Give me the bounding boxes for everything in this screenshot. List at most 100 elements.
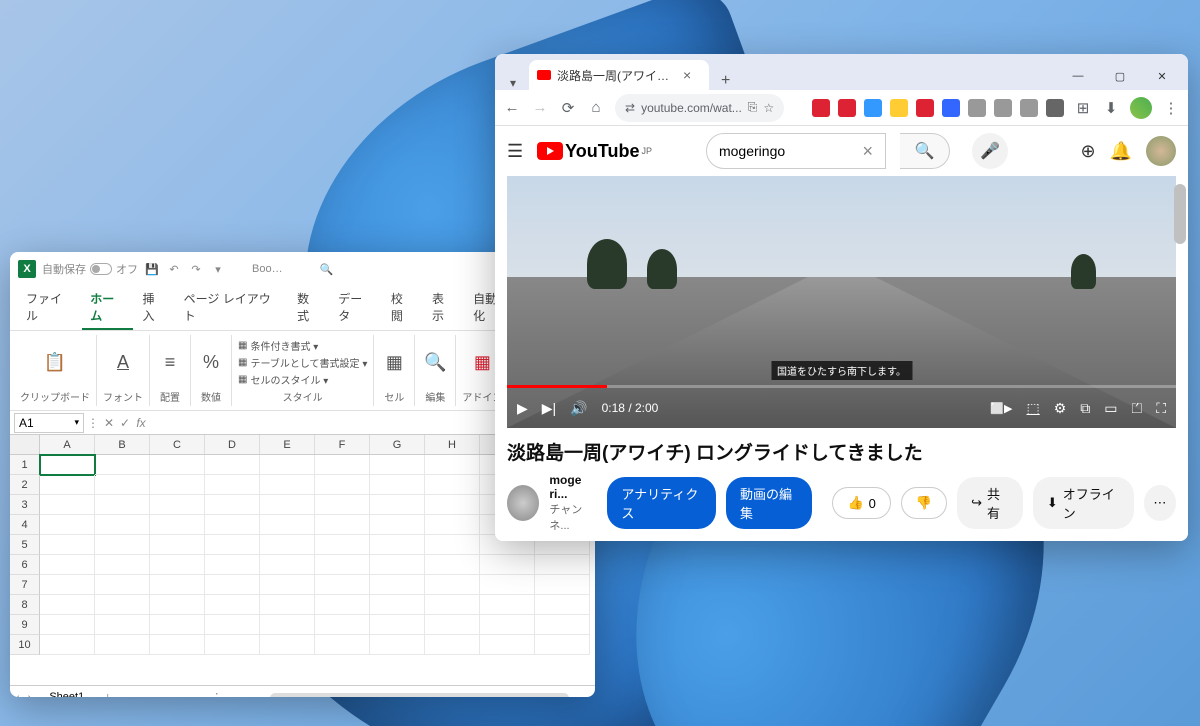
analytics-button[interactable]: アナリティクス (607, 477, 716, 529)
tab-close-icon[interactable]: × (683, 67, 691, 83)
cell[interactable] (40, 515, 95, 535)
extension-icon[interactable] (864, 99, 882, 117)
cell[interactable] (205, 615, 260, 635)
tab-layout[interactable]: ページ レイアウト (176, 286, 287, 330)
cell[interactable] (535, 635, 590, 655)
cell[interactable] (205, 635, 260, 655)
find-icon[interactable]: 🔍 (421, 345, 449, 379)
offline-button[interactable]: ⬇オフライン (1033, 477, 1134, 529)
tab-file[interactable]: ファイル (18, 286, 80, 330)
cell[interactable] (315, 575, 370, 595)
cell[interactable] (370, 455, 425, 475)
back-icon[interactable]: ← (503, 99, 521, 116)
row-header[interactable]: 9 (10, 615, 40, 635)
cell[interactable] (150, 635, 205, 655)
tab-home[interactable]: ホーム (82, 286, 132, 330)
cond-format-button[interactable]: ▦条件付き書式 ▾ (238, 337, 367, 354)
create-icon[interactable]: ⊕ (1080, 141, 1095, 162)
notifications-icon[interactable]: 🔔 (1110, 141, 1132, 162)
extension-icon[interactable] (916, 99, 934, 117)
cell[interactable] (370, 535, 425, 555)
downloads-icon[interactable]: ⬇ (1102, 99, 1120, 117)
cell[interactable] (260, 635, 315, 655)
cancel-icon[interactable]: ✕ (102, 416, 116, 430)
cell[interactable] (370, 595, 425, 615)
edit-video-button[interactable]: 動画の編集 (726, 477, 813, 529)
install-icon[interactable]: ⎘ (748, 100, 758, 115)
cell[interactable] (480, 595, 535, 615)
horizontal-scrollbar[interactable] (270, 693, 569, 698)
fx-icon[interactable]: fx (134, 416, 148, 430)
cell[interactable] (370, 635, 425, 655)
cell[interactable] (315, 635, 370, 655)
cell[interactable] (370, 555, 425, 575)
cell[interactable] (95, 475, 150, 495)
cast-icon[interactable]: ⏍ (1132, 400, 1143, 417)
cell[interactable] (425, 475, 480, 495)
maximize-button[interactable]: ▢ (1100, 62, 1140, 90)
extension-icon[interactable] (994, 99, 1012, 117)
cell[interactable] (40, 635, 95, 655)
sheet-nav-prev-icon[interactable]: ‹ (16, 692, 20, 698)
cell[interactable] (535, 575, 590, 595)
cell[interactable] (40, 615, 95, 635)
cell[interactable] (95, 555, 150, 575)
cell[interactable] (95, 535, 150, 555)
sheet-nav-next-icon[interactable]: › (28, 692, 32, 698)
captions-icon[interactable]: ⬚ (1027, 400, 1040, 417)
theater-icon[interactable]: ▭ (1104, 400, 1117, 417)
cell[interactable] (480, 575, 535, 595)
column-header[interactable]: B (95, 435, 150, 454)
cell[interactable] (480, 615, 535, 635)
percent-icon[interactable]: % (197, 345, 225, 379)
cells-icon[interactable]: ▦ (380, 345, 408, 379)
cell[interactable] (315, 475, 370, 495)
row-header[interactable]: 5 (10, 535, 40, 555)
cell[interactable] (150, 535, 205, 555)
extension-icon[interactable] (942, 99, 960, 117)
tab-search-dropdown[interactable]: ▾ (501, 76, 525, 90)
cell[interactable] (205, 515, 260, 535)
cell[interactable] (95, 455, 150, 475)
column-header[interactable]: E (260, 435, 315, 454)
cell[interactable] (40, 495, 95, 515)
forward-icon[interactable]: → (531, 99, 549, 116)
cell[interactable] (260, 595, 315, 615)
menu-icon[interactable]: ⋮ (1162, 99, 1180, 117)
cell[interactable] (95, 595, 150, 615)
add-sheet-button[interactable]: ＋ (102, 690, 113, 698)
redo-icon[interactable]: ↷ (188, 261, 204, 277)
dislike-button[interactable]: 👎 (901, 487, 947, 519)
cell[interactable] (315, 615, 370, 635)
cell[interactable] (40, 535, 95, 555)
cell[interactable] (425, 515, 480, 535)
cell[interactable] (95, 495, 150, 515)
addins-icon[interactable]: ▦ (468, 345, 496, 379)
cell[interactable] (95, 575, 150, 595)
row-header[interactable]: 7 (10, 575, 40, 595)
row-header[interactable]: 4 (10, 515, 40, 535)
cell[interactable] (40, 555, 95, 575)
cell[interactable] (205, 455, 260, 475)
cell[interactable] (205, 475, 260, 495)
close-button[interactable]: ✕ (1142, 62, 1182, 90)
next-icon[interactable]: ▶| (542, 400, 556, 417)
cell[interactable] (425, 455, 480, 475)
bookmark-icon[interactable]: ☆ (763, 101, 774, 115)
cell[interactable] (425, 535, 480, 555)
extension-icon[interactable] (890, 99, 908, 117)
cell[interactable] (205, 555, 260, 575)
search-input[interactable]: mogeringo × (706, 133, 886, 169)
row-header[interactable]: 2 (10, 475, 40, 495)
play-icon[interactable]: ▶ (517, 400, 528, 417)
reload-icon[interactable]: ⟳ (559, 99, 577, 117)
cell[interactable] (260, 535, 315, 555)
cell[interactable] (425, 495, 480, 515)
tab-data[interactable]: データ (330, 286, 381, 330)
column-header[interactable]: G (370, 435, 425, 454)
cell[interactable] (535, 595, 590, 615)
home-icon[interactable]: ⌂ (587, 99, 605, 116)
minimize-button[interactable]: — (1058, 62, 1098, 90)
settings-icon[interactable]: ⚙ (1054, 400, 1067, 417)
cell[interactable] (150, 515, 205, 535)
